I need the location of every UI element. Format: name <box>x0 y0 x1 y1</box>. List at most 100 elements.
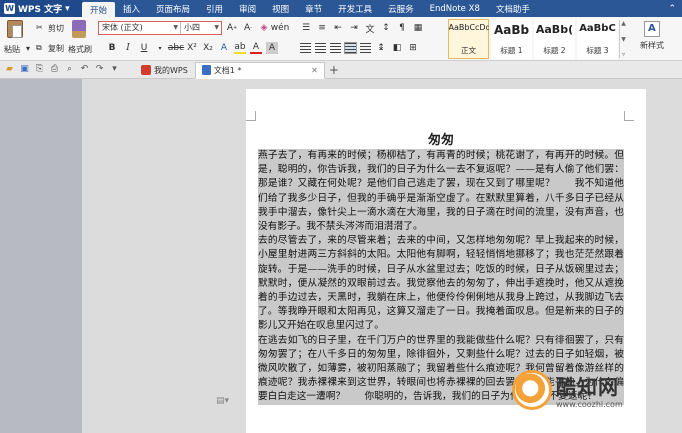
format-painter-icon[interactable] <box>72 20 86 38</box>
underline-icon[interactable]: U <box>138 42 150 54</box>
tab-review[interactable]: 审阅 <box>231 0 264 17</box>
align-center-icon[interactable] <box>315 43 326 53</box>
undo-icon[interactable]: ↶ <box>79 64 90 75</box>
align-right-icon[interactable] <box>330 43 341 53</box>
chevron-down-icon: ▼ <box>214 24 219 31</box>
clear-format-icon[interactable]: ◈ <box>258 22 270 34</box>
chevron-down-icon[interactable]: ▾ <box>154 42 166 54</box>
subscript-icon[interactable]: X₂ <box>202 42 214 54</box>
char-shading-icon[interactable]: A <box>266 42 278 54</box>
format-painter-button[interactable]: 格式刷 <box>68 44 92 55</box>
paragraph[interactable]: 去的尽管去了，来的尽管来着；去来的中间，又怎样地匆匆呢？早上我起来的时候，小屋里… <box>258 234 624 334</box>
style-label: 标题 3 <box>586 46 609 55</box>
tab-view[interactable]: 视图 <box>264 0 297 17</box>
print-icon[interactable]: ⎙ <box>49 64 60 75</box>
document-icon <box>201 65 211 75</box>
font-color-icon[interactable]: A <box>250 42 262 54</box>
document-title[interactable]: 匆匆 <box>246 129 636 148</box>
paste-label: 粘贴 <box>4 45 20 54</box>
save-icon[interactable]: ▣ <box>19 64 30 75</box>
style-label: 标题 1 <box>500 46 523 55</box>
tab-endnote[interactable]: EndNote X8 <box>422 0 488 17</box>
style-heading-3[interactable]: AaBbC 标题 3 <box>577 19 618 59</box>
wps-home-icon <box>141 65 151 75</box>
indent-icon[interactable]: ⇥ <box>348 22 360 34</box>
new-style-label: 新样式 <box>640 41 664 50</box>
paragraph[interactable]: 燕子去了，有再来的时候；杨柳枯了，有再青的时候；桃花谢了，有再开的时候。但是，聪… <box>258 149 624 235</box>
strikethrough-icon[interactable]: abc <box>168 42 184 54</box>
line-spacing-icon[interactable]: ↨ <box>375 42 387 54</box>
borders-icon[interactable]: ▦ <box>412 22 424 34</box>
italic-icon[interactable]: I <box>122 42 134 54</box>
text-effect-icon[interactable]: A <box>218 42 230 54</box>
font-size-value: 小四 <box>184 23 200 32</box>
style-heading-2[interactable]: AaBb( 标题 2 <box>534 19 575 59</box>
wps-logo-icon: W <box>4 3 15 14</box>
page-options-icon[interactable]: ▤▾ <box>216 396 229 406</box>
menu-bar: W WPS 文字 ▾ 开始 插入 页面布局 引用 审阅 视图 章节 开发工具 云… <box>0 0 682 17</box>
tab-insert[interactable]: 插入 <box>115 0 148 17</box>
copy-button[interactable]: 复制 <box>48 43 64 54</box>
numbered-list-icon[interactable]: ≡ <box>316 22 328 34</box>
distribute-icon[interactable] <box>360 43 371 53</box>
chevron-down-icon[interactable]: ▼ <box>621 36 626 43</box>
justify-icon[interactable] <box>344 42 357 54</box>
customize-icon[interactable]: ▾ <box>109 64 120 75</box>
tab-my-wps[interactable]: 我的WPS <box>134 62 195 79</box>
watermark-name: 酷知网 <box>556 375 619 399</box>
tab-home[interactable]: 开始 <box>82 2 116 17</box>
ribbon: 粘贴 ▾ ✂ 剪切 ⧉ 复制 格式刷 宋体 (正文) ▼ 小四 ▼ A + A- … <box>0 17 682 61</box>
watermark-url: www.coozhi.com <box>556 400 623 409</box>
new-tab-icon[interactable]: + <box>325 63 339 77</box>
tab-references[interactable]: 引用 <box>198 0 231 17</box>
tab-developer[interactable]: 开发工具 <box>330 0 380 17</box>
highlight-icon[interactable]: ab <box>234 42 246 54</box>
bullet-list-icon[interactable]: ☰ <box>300 22 312 34</box>
tab-label: 我的WPS <box>154 65 188 75</box>
close-icon[interactable]: ✕ <box>311 66 318 75</box>
bold-icon[interactable]: B <box>106 42 118 54</box>
grow-font-icon[interactable]: A + <box>226 22 238 34</box>
pinyin-icon[interactable]: wén <box>271 22 290 34</box>
style-normal[interactable]: AaBbCcDd 正文 <box>448 19 489 59</box>
font-name-value: 宋体 (正文) <box>102 23 143 32</box>
print-preview-icon[interactable]: ⌕ <box>64 64 75 75</box>
export-icon[interactable]: ⎘ <box>34 64 45 75</box>
style-heading-1[interactable]: AaBb 标题 1 <box>491 19 532 59</box>
open-folder-icon[interactable]: ▰ <box>4 64 15 75</box>
redo-icon[interactable]: ↷ <box>94 64 105 75</box>
new-style-icon <box>644 21 660 37</box>
chevron-up-icon[interactable]: ▲ <box>621 20 626 27</box>
chevron-down-icon[interactable]: ▾ <box>26 44 30 53</box>
paste-button[interactable] <box>4 20 26 46</box>
font-size-dropdown[interactable]: 小四 ▼ <box>181 22 221 34</box>
more-icon[interactable]: ▿ <box>622 51 625 58</box>
style-sample: AaBb( <box>535 23 574 36</box>
new-style-button[interactable]: 新样式 <box>632 21 672 51</box>
chevron-up-icon[interactable]: ⌃ <box>668 4 676 14</box>
border-icon[interactable]: ⊞ <box>407 42 419 54</box>
sort-icon[interactable]: ↕ <box>380 22 392 34</box>
tab-cloud[interactable]: 云服务 <box>380 0 422 17</box>
quick-access-toolbar: ▰ ▣ ⎘ ⎙ ⌕ ↶ ↷ ▾ <box>0 64 120 75</box>
tab-doc-assistant[interactable]: 文档助手 <box>488 0 538 17</box>
chinese-layout-icon[interactable]: 文 <box>364 22 376 35</box>
outdent-icon[interactable]: ⇤ <box>332 22 344 34</box>
shading-icon[interactable]: ◧ <box>391 42 403 54</box>
app-name: WPS 文字 <box>18 5 63 15</box>
show-marks-icon[interactable]: ¶ <box>396 22 408 34</box>
tab-page-layout[interactable]: 页面布局 <box>148 0 198 17</box>
watermark: 酷知网 www.coozhi.com <box>512 362 678 418</box>
tab-section[interactable]: 章节 <box>297 0 330 17</box>
clipboard-icon <box>7 20 23 38</box>
superscript-icon[interactable]: X² <box>186 42 198 54</box>
font-name-dropdown[interactable]: 宋体 (正文) ▼ <box>99 22 181 34</box>
app-menu-button[interactable]: W WPS 文字 ▾ <box>0 0 82 17</box>
tab-document-1[interactable]: 文档1 * ✕ <box>194 61 325 79</box>
style-sample: AaBb <box>493 23 530 37</box>
shrink-font-icon[interactable]: A- <box>242 22 254 34</box>
align-left-icon[interactable] <box>300 43 311 53</box>
chevron-down-icon: ▾ <box>65 3 70 14</box>
gallery-scroll[interactable]: ▲ ▼ ▿ <box>619 20 627 58</box>
cut-button[interactable]: 剪切 <box>48 23 64 34</box>
